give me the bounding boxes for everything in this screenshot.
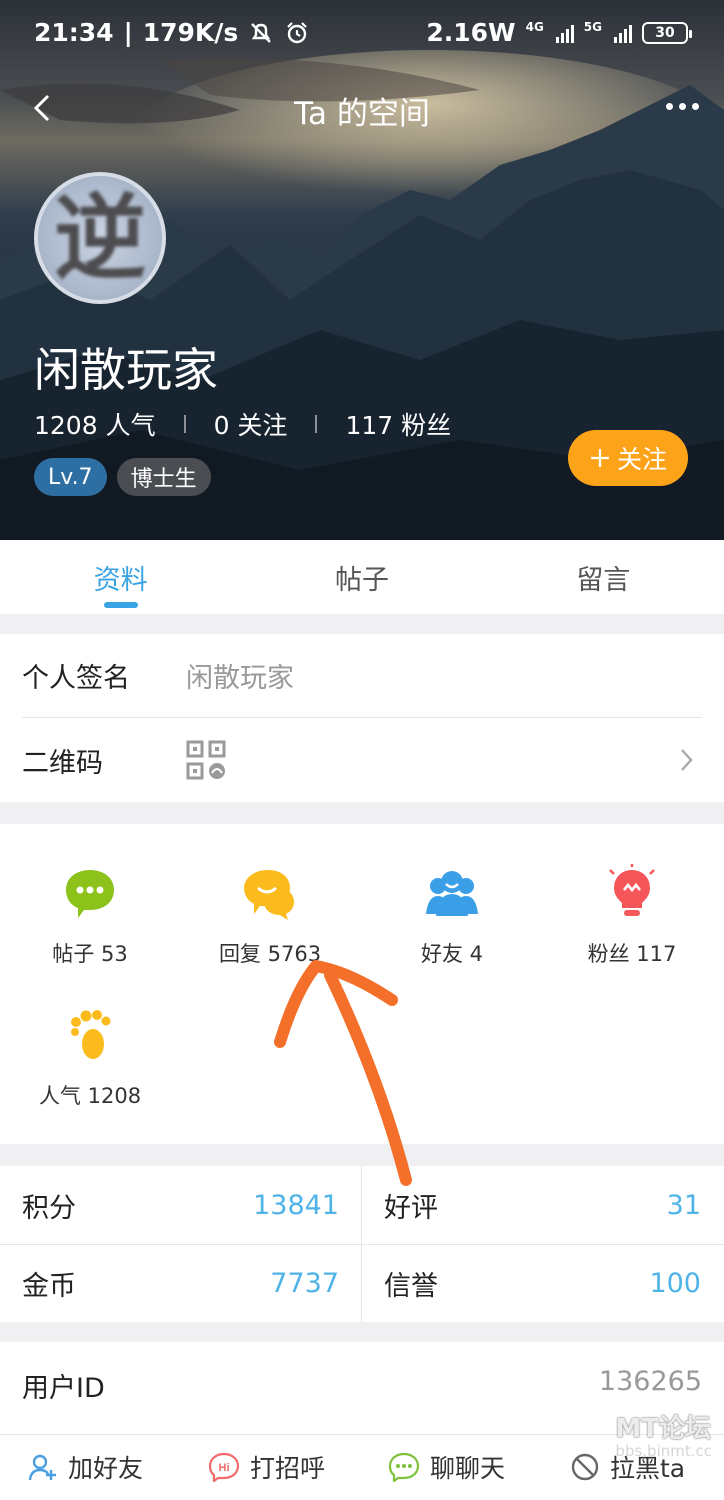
points-label: 积分 (22, 1192, 76, 1224)
block-icon (571, 1453, 599, 1481)
add-friend-label: 加好友 (68, 1454, 144, 1483)
avatar[interactable]: 逆 (34, 172, 166, 304)
user-id-value: 136265 (598, 1366, 702, 1397)
badges: Lv.7 博士生 (34, 458, 211, 496)
score-grid: 积分 13841 好评 31 金币 7737 信誉 100 (0, 1166, 724, 1322)
activity-grid: 帖子 53 回复 5763 好友 4 粉丝 117 人气 1208 (0, 824, 724, 1144)
status-divider: | (123, 18, 133, 47)
alarm-icon (287, 21, 308, 43)
level-badge: Lv.7 (34, 458, 107, 496)
add-user-icon (28, 1454, 56, 1481)
reply-bubble-icon (244, 870, 294, 920)
nav-bar: Ta 的空间 (0, 80, 724, 136)
plus-icon (590, 449, 609, 467)
signature-value: 闲散玩家 (186, 663, 294, 694)
more-menu-icon[interactable] (662, 94, 702, 118)
activity-popularity-label: 人气 1208 (38, 1084, 142, 1108)
chat-icon (388, 1452, 420, 1482)
title-badge: 博士生 (116, 458, 211, 496)
profile-tabs: 资料 帖子 留言 (0, 540, 724, 614)
user-id-label: 用户ID (22, 1373, 105, 1404)
activity-replies[interactable]: 回复 5763 (180, 864, 360, 968)
username: 闲散玩家 (34, 343, 218, 397)
activity-posts[interactable]: 帖子 53 (0, 864, 180, 968)
chat-label: 聊聊天 (430, 1454, 506, 1483)
follow-button[interactable]: 关注 (568, 430, 688, 486)
credit-label: 信誉 (384, 1270, 438, 1302)
rating-label: 好评 (384, 1192, 438, 1224)
rating-value: 31 (666, 1189, 701, 1221)
status-bar: 21:34 | 179K/s 2.16W 4G 5G 30 (0, 0, 724, 70)
watermark-main: MT论坛 (615, 1414, 712, 1444)
add-friend-button[interactable]: 加好友 (28, 1449, 143, 1485)
status-net-5g: 5G (583, 19, 602, 34)
status-net-4g: 4G (525, 19, 544, 34)
fans-count[interactable]: 117 粉丝 (345, 406, 451, 442)
status-time: 21:34 (34, 18, 114, 47)
activity-friends-label: 好友 4 (420, 942, 484, 966)
credit-value: 100 (649, 1267, 701, 1299)
coins-label: 金币 (22, 1270, 76, 1302)
stats-divider (315, 415, 318, 433)
grid-divider-horizontal (0, 1244, 724, 1245)
info-card: 个人签名 闲散玩家 二维码 (0, 634, 724, 802)
activity-posts-label: 帖子 53 (52, 942, 128, 966)
credit-cell: 信誉 100 (362, 1244, 723, 1322)
signature-row: 个人签名 闲散玩家 (22, 634, 702, 718)
battery-icon: 30 (642, 21, 692, 44)
qr-code-row[interactable]: 二维码 (22, 718, 702, 802)
stats-divider (183, 415, 186, 433)
rating-cell: 好评 31 (362, 1166, 723, 1244)
chevron-right-icon (681, 749, 693, 771)
profile-stats: 1208 人气 0 关注 117 粉丝 (34, 406, 451, 442)
profile-header: 21:34 | 179K/s 2.16W 4G 5G 30 Ta 的空间 逆 闲… (0, 0, 724, 540)
popularity-count: 1208 人气 (34, 411, 156, 440)
avatar-char: 逆 (53, 184, 146, 292)
coins-value: 7737 (270, 1267, 339, 1299)
chat-bubble-icon (66, 870, 114, 918)
tab-posts[interactable]: 帖子 (241, 540, 482, 614)
activity-fans[interactable]: 粉丝 117 (542, 864, 722, 968)
points-cell: 积分 13841 (0, 1166, 361, 1244)
footprint-icon (71, 1010, 111, 1059)
status-speed: 179K/s (142, 18, 239, 47)
tab-profile[interactable]: 资料 (0, 540, 241, 614)
svg-text:Hi: Hi (219, 1462, 230, 1474)
lightbulb-icon (609, 864, 655, 916)
qr-code-icon (186, 740, 226, 780)
activity-replies-label: 回复 5763 (218, 942, 322, 966)
activity-popularity[interactable]: 人气 1208 (0, 1006, 180, 1110)
signal-icon (555, 23, 574, 43)
chat-button[interactable]: 聊聊天 (388, 1449, 505, 1485)
mute-bell-icon (251, 22, 272, 43)
greet-button[interactable]: Hi 打招呼 (208, 1449, 325, 1485)
page-title: Ta 的空间 (294, 96, 430, 132)
watermark-sub: bbs.binmt.cc (615, 1442, 712, 1460)
follow-label: 关注 (616, 445, 667, 474)
signal-icon-2 (614, 23, 632, 43)
tab-messages[interactable]: 留言 (483, 540, 724, 614)
activity-fans-label: 粉丝 117 (587, 942, 677, 966)
qr-label: 二维码 (22, 747, 103, 779)
activity-friends[interactable]: 好友 4 (362, 864, 542, 968)
following-count[interactable]: 0 关注 (214, 406, 288, 442)
friends-icon (426, 871, 478, 916)
hi-bubble-icon: Hi (208, 1452, 240, 1482)
coins-cell: 金币 7737 (0, 1244, 361, 1322)
points-value: 13841 (253, 1189, 339, 1221)
signature-label: 个人签名 (22, 663, 130, 694)
forum-watermark: MT论坛 bbs.binmt.cc (615, 1416, 712, 1459)
greet-label: 打招呼 (250, 1454, 326, 1483)
status-power: 2.16W (426, 18, 516, 47)
